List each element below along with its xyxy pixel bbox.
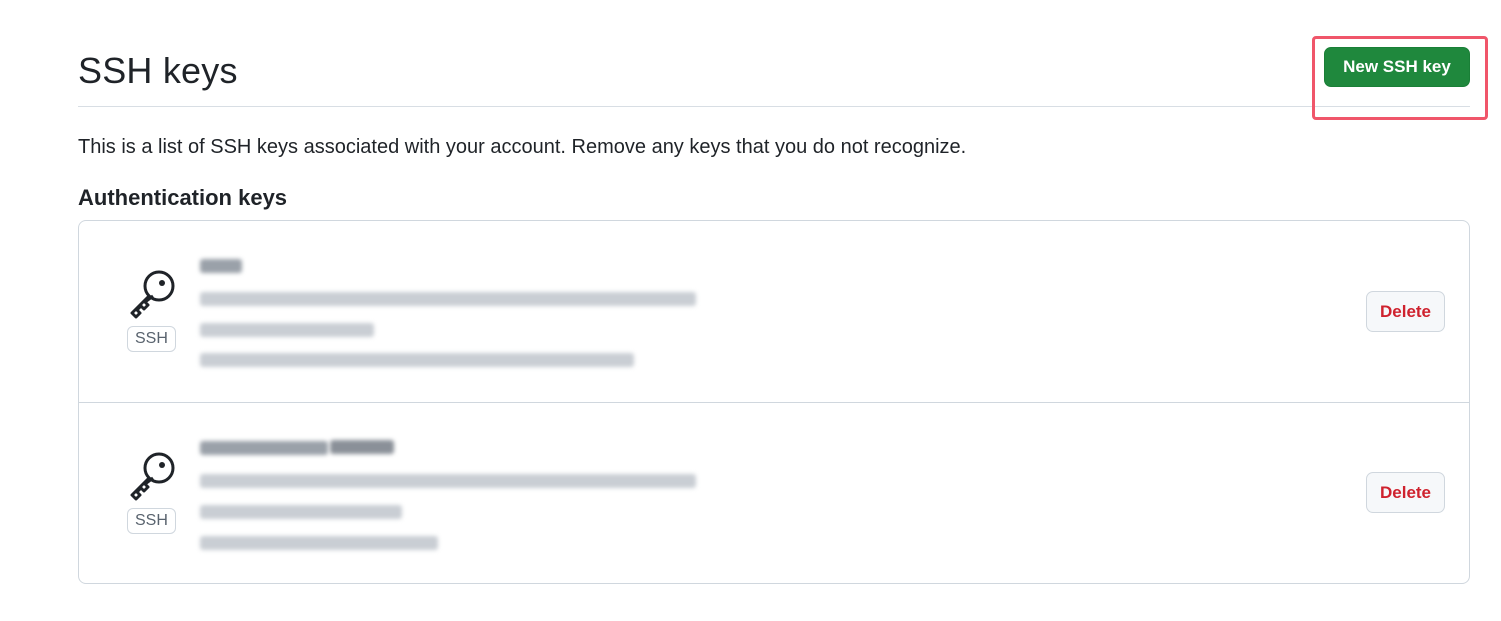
redacted-added-date (200, 323, 374, 337)
redacted-fingerprint (200, 474, 696, 488)
redacted-key-title (200, 441, 328, 455)
redacted-key-title (200, 259, 242, 273)
key-icon (124, 447, 180, 503)
ssh-badge: SSH (127, 508, 176, 534)
delete-key-button[interactable]: Delete (1366, 472, 1445, 513)
ssh-keys-page: SSH keys New SSH key This is a list of S… (0, 0, 1501, 621)
delete-key-button[interactable]: Delete (1366, 291, 1445, 332)
new-ssh-key-button[interactable]: New SSH key (1324, 47, 1470, 87)
page-header: SSH keys (78, 40, 1470, 107)
key-row: SSH Delete (79, 402, 1469, 583)
redacted-added-date (200, 505, 402, 519)
key-icon (124, 265, 180, 321)
redacted-last-used (200, 536, 438, 550)
ssh-badge: SSH (127, 326, 176, 352)
page-description: This is a list of SSH keys associated wi… (78, 136, 967, 158)
key-list: SSH Delete SSH Delete (78, 220, 1470, 584)
redacted-last-used (200, 353, 634, 367)
section-heading: Authentication keys (78, 185, 288, 210)
page-title: SSH keys (78, 50, 238, 91)
redacted-key-title-tail (330, 440, 394, 454)
redacted-fingerprint (200, 292, 696, 306)
key-row: SSH Delete (79, 221, 1469, 403)
